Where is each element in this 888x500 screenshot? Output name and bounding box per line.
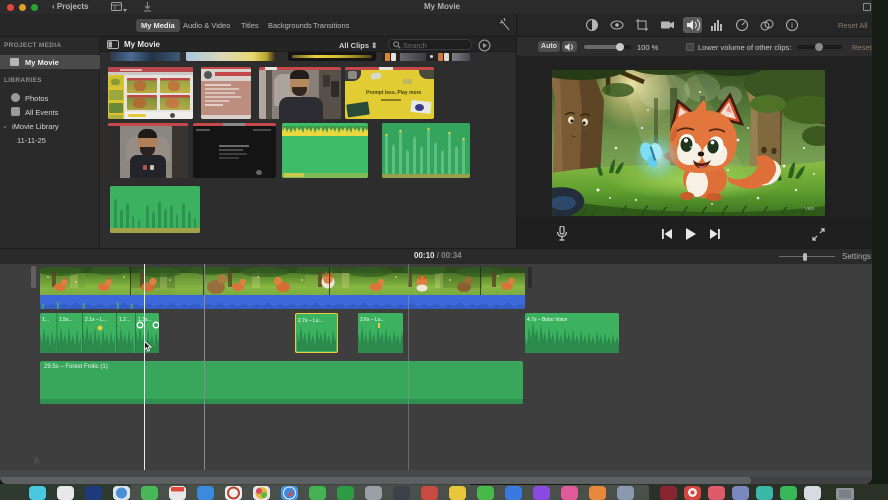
svg-text:i: i (791, 21, 793, 30)
svg-text:1.2...: 1.2... (119, 317, 130, 323)
svg-text:1...: 1... (42, 317, 49, 323)
svg-text:2.1s – L...: 2.1s – L... (85, 317, 107, 323)
svg-text:Veo: Veo (805, 206, 814, 212)
svg-text:1.5s...: 1.5s... (59, 317, 73, 323)
svg-text:2.7s – Lu...: 2.7s – Lu... (298, 318, 323, 324)
svg-text:2.6s – Lu...: 2.6s – Lu... (360, 317, 385, 323)
svg-text:4.7s – Bobo Voice: 4.7s – Bobo Voice (527, 317, 568, 323)
